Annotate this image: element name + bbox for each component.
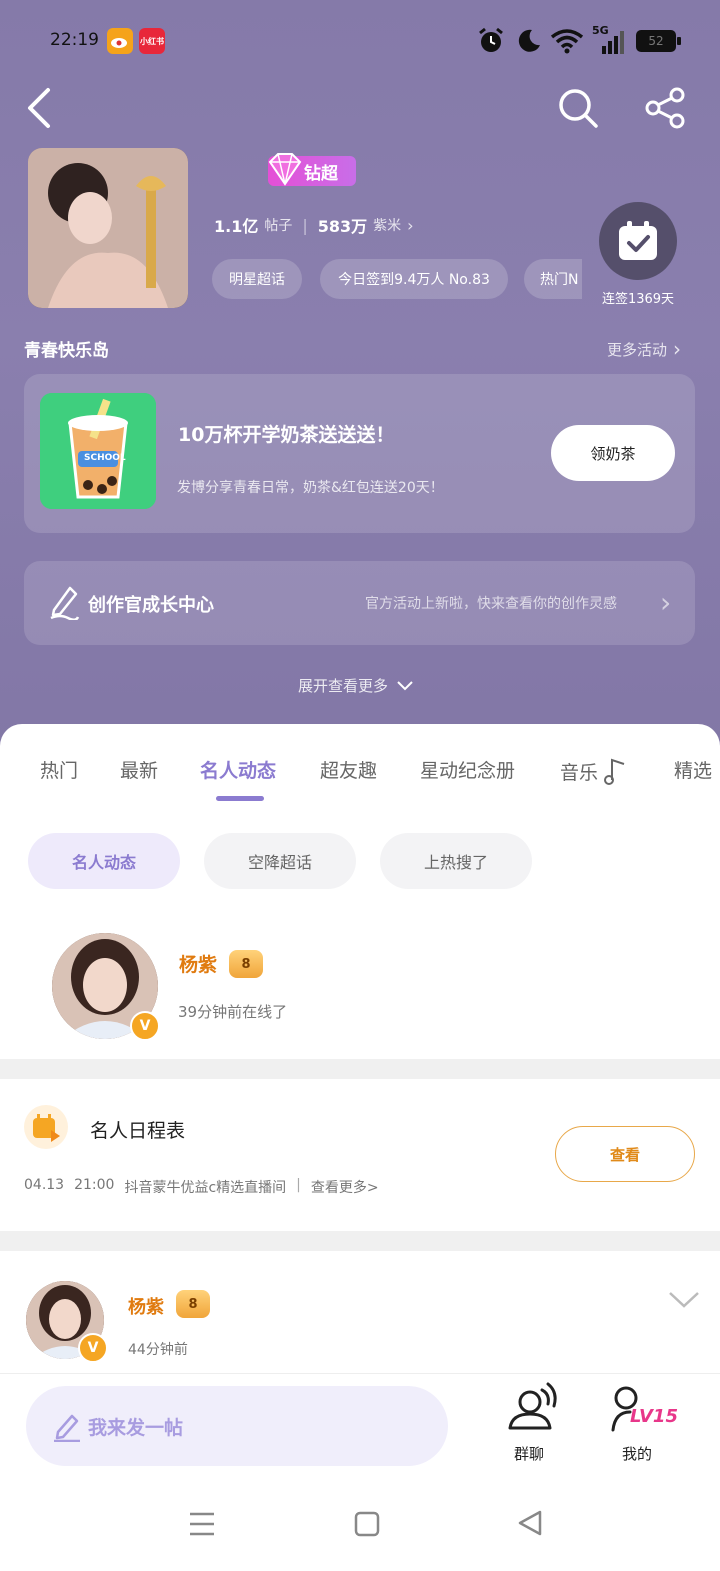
weibo-app-icon (107, 28, 133, 54)
level-badge[interactable]: 钻超 (268, 153, 356, 186)
creator-center-hint: 官方活动上新啦，快来查看你的创作灵感 (365, 596, 617, 612)
pill-celebrity-news[interactable]: 名人动态 (28, 833, 180, 889)
chip-star-topic[interactable]: 明星超话 (212, 259, 302, 299)
more-activities-link[interactable]: 更多活动 › (607, 337, 681, 361)
moon-icon (514, 27, 542, 59)
activity-section-title: 青春快乐岛 (24, 341, 109, 361)
schedule-entry: 04.13 21:00 抖音蒙牛优益c精选直播间 | 查看更多> (24, 1177, 379, 1197)
mine-label[interactable]: 我的 (622, 1443, 652, 1464)
group-chat-icon[interactable] (504, 1380, 560, 1436)
pill-hot-search[interactable]: 上热搜了 (380, 833, 532, 889)
crown-badge-icon: 8 (229, 950, 263, 978)
search-button[interactable] (556, 86, 600, 134)
chip-checkin-count[interactable]: 今日签到9.4万人 No.83 (320, 259, 508, 299)
tab-celebrity-news[interactable]: 名人动态 (200, 756, 276, 783)
chevron-right-icon: › (407, 215, 414, 235)
schedule-more-link[interactable]: 查看更多> (311, 1177, 379, 1197)
view-schedule-button[interactable]: 查看 (555, 1126, 695, 1182)
pen-icon (48, 584, 80, 624)
creator-center-title: 创作官成长中心 (88, 595, 214, 616)
active-tab-indicator (216, 796, 264, 801)
status-time: 22:19 (50, 30, 99, 50)
supertopic-stats: 1.1亿 帖子 | 583万 紫米 › (214, 213, 414, 237)
schedule-event: 抖音蒙牛优益c精选直播间 (124, 1180, 287, 1196)
battery-indicator: 52 (636, 30, 676, 52)
chevron-down-icon (669, 1292, 699, 1308)
schedule-time: 21:00 (74, 1177, 115, 1193)
checkin-button[interactable] (599, 202, 677, 280)
fans-label: 紫米 (373, 218, 402, 234)
group-chat-label[interactable]: 群聊 (514, 1443, 544, 1464)
celebrity-online-status: 39分钟前在线了 (178, 1003, 288, 1021)
milk-tea-image: SCHOOL (40, 393, 156, 509)
pill-airdrop[interactable]: 空降超话 (204, 833, 356, 889)
tab-latest[interactable]: 最新 (120, 756, 158, 783)
back-nav-icon[interactable] (516, 1509, 544, 1541)
celebrity-name[interactable]: 杨紫 (179, 950, 217, 977)
chevron-right-icon: › (673, 337, 682, 361)
get-milk-tea-button[interactable]: 领奶茶 (551, 425, 675, 481)
post-author-name[interactable]: 杨紫 (128, 1293, 164, 1319)
promo-title: 10万杯开学奶茶送送送！ (178, 424, 395, 446)
back-button[interactable] (24, 86, 56, 134)
supertopic-avatar[interactable] (28, 148, 188, 308)
xiaohongshu-app-icon: 小红书 (139, 28, 165, 54)
verified-badge: V (130, 1011, 160, 1041)
post-time: 44分钟前 (128, 1342, 188, 1358)
tab-music[interactable]: 音乐 (560, 756, 628, 786)
chip-hot-clip: 热门N (524, 259, 582, 299)
tab-featured-clip: 精选 (674, 756, 720, 783)
alarm-icon (476, 26, 506, 60)
chevron-down-icon (397, 680, 413, 690)
chip-hot[interactable]: 热门N (524, 259, 582, 299)
schedule-date: 04.13 (24, 1177, 65, 1193)
home-nav-icon[interactable] (353, 1510, 381, 1542)
crown-badge-icon: 8 (176, 1290, 210, 1318)
diamond-icon (268, 153, 302, 186)
battery-tip (677, 37, 681, 45)
signal-icon (600, 30, 626, 58)
compose-post-placeholder: 我来发一帖 (88, 1417, 184, 1439)
music-note-icon (604, 758, 625, 785)
wifi-icon (550, 27, 584, 59)
tab-featured[interactable]: 精选 (674, 756, 720, 783)
posts-label: 帖子 (264, 218, 293, 234)
verified-badge: V (78, 1333, 108, 1363)
chevron-right-icon: › (660, 586, 672, 619)
user-level-badge: LV15 (630, 1406, 678, 1427)
milk-tea-cup-label: SCHOOL (84, 453, 126, 463)
tab-super-fun[interactable]: 超友趣 (320, 756, 377, 783)
section-divider (0, 1059, 720, 1079)
post-options-button[interactable] (668, 1290, 700, 1314)
tab-hot[interactable]: 热门 (40, 756, 78, 783)
fans-count: 583万 (317, 217, 368, 236)
schedule-title: 名人日程表 (90, 1120, 186, 1142)
checkin-streak: 连签1369天 (601, 292, 675, 307)
menu-nav-icon[interactable] (188, 1510, 216, 1542)
pencil-icon (52, 1410, 82, 1446)
calendar-check-icon (619, 221, 657, 260)
promo-subtitle: 发博分享青春日常，奶茶&红包连送20天！ (177, 480, 444, 496)
share-button[interactable] (644, 86, 688, 134)
tab-star-album[interactable]: 星动纪念册 (420, 756, 515, 783)
posts-count: 1.1亿 (214, 217, 259, 236)
schedule-icon (24, 1105, 68, 1149)
section-divider (0, 1231, 720, 1251)
expand-more-button[interactable]: 展开查看更多 (298, 675, 414, 696)
